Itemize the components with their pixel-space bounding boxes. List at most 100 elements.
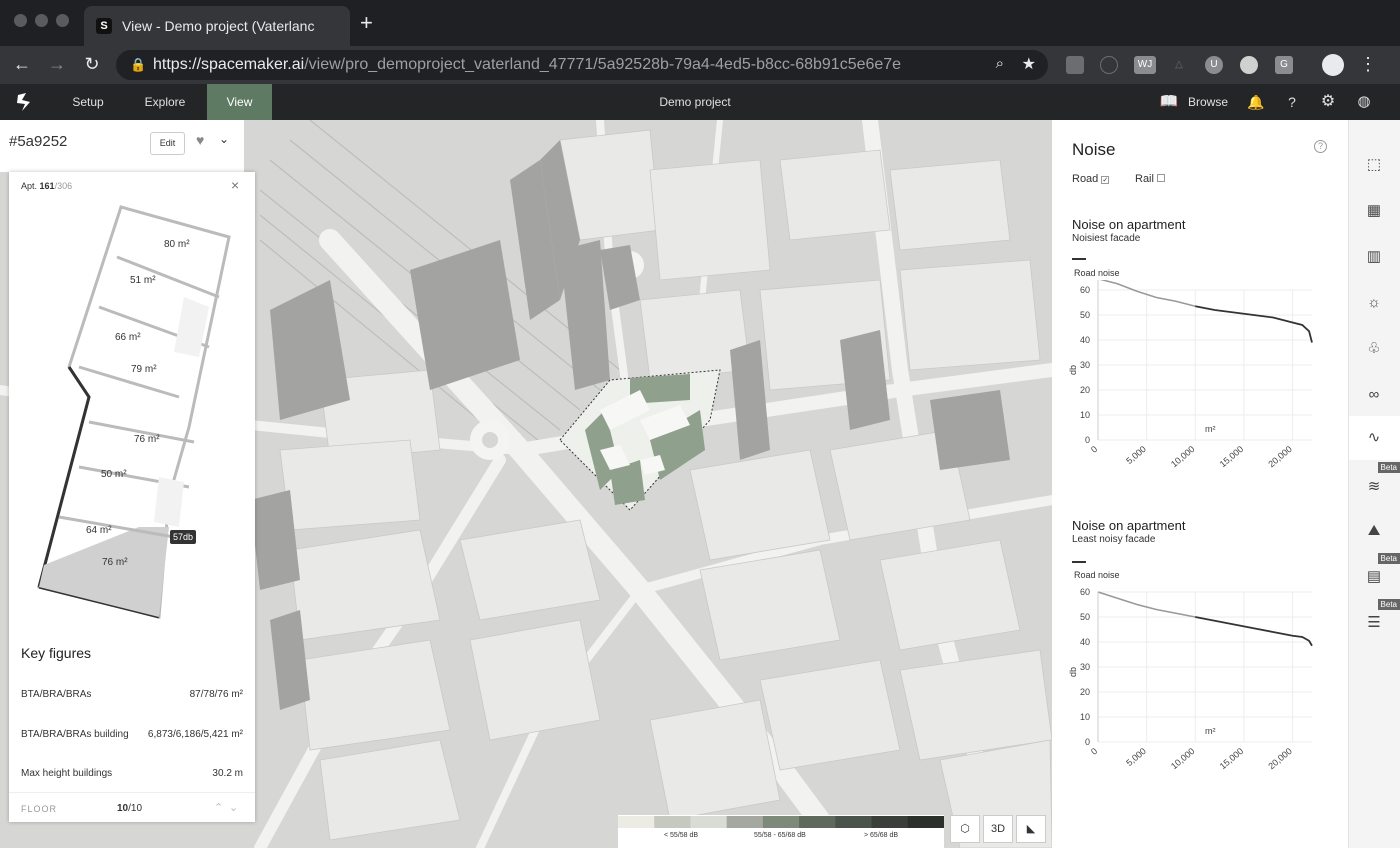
extension-icon[interactable] — [1066, 56, 1084, 74]
help-icon[interactable]: ? — [1314, 140, 1327, 153]
extension-u-icon[interactable]: U — [1205, 56, 1223, 74]
project-title: Demo project — [659, 95, 731, 109]
extension-g-icon[interactable]: G — [1275, 56, 1293, 74]
wind-icon[interactable]: ≋ — [1363, 476, 1385, 498]
legend-swatch — [726, 816, 764, 828]
help-icon[interactable]: ? — [1282, 84, 1302, 120]
list-icon[interactable]: ☰ — [1363, 612, 1385, 634]
proposal-header: #5a9252 Edit ♥ ⌄ — [0, 120, 244, 172]
x-axis-label: m² — [1205, 726, 1216, 736]
grid-icon[interactable]: ▦ — [1363, 200, 1385, 222]
zoom-icon[interactable]: ⌕ — [996, 55, 1004, 72]
terrain-icon[interactable]: ⛰ — [1363, 520, 1385, 542]
reload-icon[interactable]: ↻ — [80, 54, 104, 75]
legend-swatch — [835, 816, 873, 828]
y-tick-label: 50 — [1080, 310, 1090, 320]
y-tick-label: 30 — [1080, 662, 1090, 672]
key-figures-title: Key figures — [21, 645, 92, 661]
heart-icon[interactable]: ♥ — [196, 132, 204, 148]
road-checkbox[interactable]: ✓ — [1101, 176, 1110, 184]
window-maximize-button[interactable] — [56, 14, 69, 27]
x-tick-label: 10,000 — [1169, 746, 1197, 771]
extension-circle-icon[interactable] — [1240, 56, 1258, 74]
room-area-label: 64 m² — [86, 525, 112, 536]
floor-selector[interactable]: FLOOR 10/10 ⌃ ⌄ — [9, 792, 255, 822]
spacemaker-favicon-icon: S — [96, 18, 112, 34]
tree-icon[interactable]: ♧ — [1363, 338, 1385, 360]
tab-title: View - Demo project (Vaterlanc — [122, 18, 315, 34]
nav-explore[interactable]: Explore — [132, 84, 198, 120]
x-tick-label: 0 — [1089, 746, 1099, 757]
profile-avatar[interactable] — [1322, 54, 1344, 76]
chart-legend: Road noise — [1074, 570, 1120, 580]
y-tick-label: 10 — [1080, 712, 1090, 722]
noise-panel: Noise ? Road ✓ Rail Noise on apartment N… — [1052, 120, 1348, 848]
x-tick-label: 0 — [1089, 444, 1099, 455]
rail-toggle[interactable]: Rail — [1135, 173, 1166, 185]
x-tick-label: 5,000 — [1124, 746, 1148, 768]
window-minimize-button[interactable] — [35, 14, 48, 27]
sun-icon[interactable]: ☼ — [1363, 292, 1385, 314]
road-toggle[interactable]: Road ✓ — [1072, 173, 1110, 185]
legend-swatch — [871, 816, 909, 828]
buildings-view-icon[interactable]: ⬡ — [950, 815, 980, 843]
noise-title: Noise — [1072, 140, 1116, 159]
chevron-down-icon[interactable]: ⌄ — [229, 801, 238, 814]
bookmark-star-icon[interactable]: ★ — [1022, 54, 1036, 74]
legend-swatch — [618, 816, 655, 828]
legend-swatch — [799, 816, 836, 828]
y-tick-label: 30 — [1080, 360, 1090, 370]
x-tick-label: 15,000 — [1218, 746, 1246, 771]
key-figure-row: Max height buildings 30.2 m — [21, 768, 243, 779]
chart-title: Noise on apartment — [1072, 518, 1186, 533]
series-line — [1195, 305, 1313, 343]
legend-label: 55/58 - 65/68 dB — [754, 832, 806, 839]
x-tick-label: 20,000 — [1266, 746, 1294, 771]
selection-icon[interactable]: ⬚ — [1363, 154, 1385, 176]
building-icon[interactable]: ▥ — [1363, 246, 1385, 268]
room-area-label: 51 m² — [130, 275, 156, 286]
extension-shield-icon[interactable] — [1100, 56, 1118, 74]
window-close-button[interactable] — [14, 14, 27, 27]
y-axis-label: db — [1068, 667, 1078, 677]
room-area-label: 80 m² — [164, 239, 190, 250]
legend-swatch — [907, 816, 945, 828]
noise-tab-active[interactable]: ∿ — [1349, 416, 1400, 460]
edit-button[interactable]: Edit — [150, 132, 185, 155]
sun-shadow-icon[interactable]: ◣ — [1016, 815, 1046, 843]
chevron-up-icon[interactable]: ⌃ — [214, 801, 223, 814]
extension-wj-icon[interactable]: WJ — [1134, 56, 1156, 74]
spacemaker-logo-icon[interactable] — [12, 84, 36, 120]
room-area-label: 66 m² — [115, 332, 141, 343]
nav-view[interactable]: View — [207, 84, 272, 120]
rail-checkbox[interactable] — [1157, 174, 1166, 182]
y-tick-label: 50 — [1080, 612, 1090, 622]
binoculars-icon[interactable]: ∞ — [1363, 384, 1385, 406]
back-icon[interactable]: ← — [10, 54, 34, 75]
3d-toggle-button[interactable]: 3D — [983, 815, 1013, 843]
browser-tab[interactable]: S View - Demo project (Vaterlanc — [84, 6, 350, 46]
address-bar[interactable]: 🔒 https://spacemaker.ai/view/pro_demopro… — [116, 50, 1048, 80]
chart-legend: Road noise — [1074, 268, 1120, 278]
nav-setup[interactable]: Setup — [60, 84, 116, 120]
x-axis-label: m² — [1205, 424, 1216, 434]
noise-legend: < 55/58 dB 55/58 - 65/68 dB > 65/68 dB — [618, 815, 945, 848]
language-globe-icon[interactable]: ◍ — [1354, 84, 1374, 120]
new-tab-button[interactable]: + — [360, 10, 373, 36]
legend-swatch — [762, 816, 800, 828]
book-icon[interactable]: 📖 — [1158, 84, 1180, 120]
extension-triangle-icon[interactable]: △ — [1170, 56, 1188, 74]
forward-icon[interactable]: → — [45, 54, 69, 75]
tool-sidebar: ⬚ ▦ ▥ ☼ ♧ ∞ ∿ Beta ≋ ⛰ Beta ▤ Beta ☰ — [1348, 120, 1400, 848]
x-tick-label: 20,000 — [1266, 444, 1294, 469]
browser-tab-bar: S View - Demo project (Vaterlanc + — [0, 0, 1400, 46]
browse-button[interactable]: Browse — [1186, 84, 1230, 120]
beta-badge: Beta — [1377, 599, 1400, 610]
close-icon[interactable]: × — [231, 177, 239, 193]
x-tick-label: 10,000 — [1169, 444, 1197, 469]
notification-icon[interactable]: 🔔 — [1246, 84, 1266, 120]
daylight-icon[interactable]: ▤ — [1363, 566, 1385, 588]
browser-menu-icon[interactable]: ⋮ — [1356, 54, 1380, 75]
chevron-down-icon[interactable]: ⌄ — [219, 132, 229, 146]
settings-gear-icon[interactable]: ⚙ — [1318, 84, 1338, 120]
